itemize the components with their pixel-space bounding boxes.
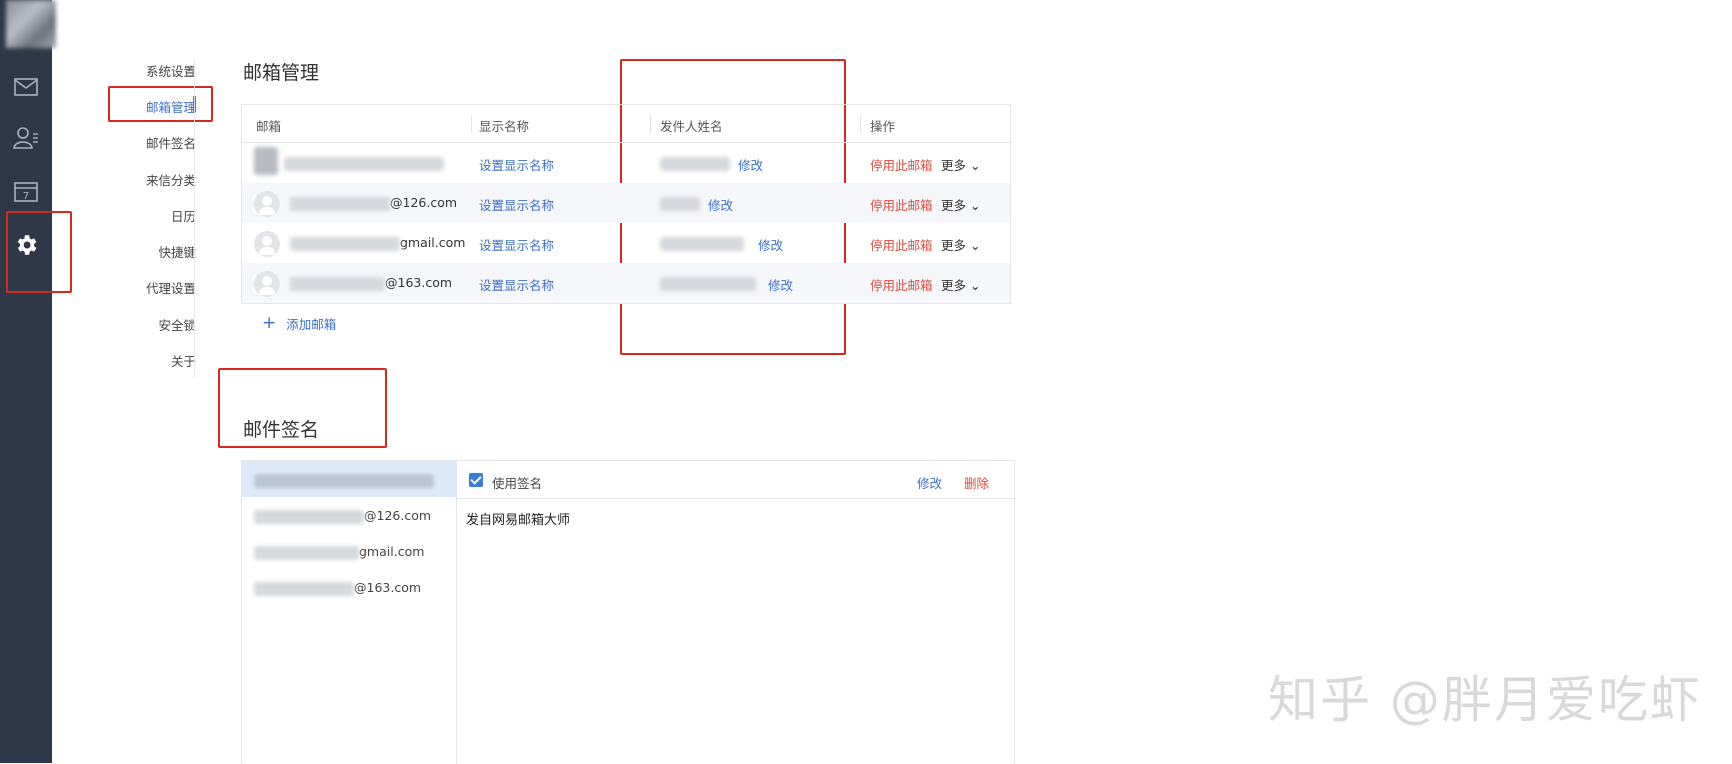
default-avatar-icon — [254, 191, 280, 217]
delete-signature-button[interactable]: 删除 — [964, 473, 989, 492]
column-header-sender-name: 发件人姓名 — [660, 119, 723, 134]
edit-sender-link[interactable]: 修改 — [708, 195, 733, 214]
signature-section-title: 邮件签名 — [243, 419, 320, 441]
menu-divider — [194, 60, 195, 378]
chevron-down-icon: ⌄ — [970, 238, 981, 253]
signature-account-item[interactable]: gmail.com — [242, 533, 456, 569]
table-row: 设置显示名称 修改 停用此邮箱 更多 ⌄ — [242, 143, 1010, 183]
annotation-box-settings — [6, 211, 72, 293]
default-avatar-icon — [254, 231, 280, 257]
mailbox-section-title: 邮箱管理 — [243, 62, 320, 84]
sender-name — [660, 155, 730, 171]
sender-name — [660, 235, 744, 251]
email-address: @163.com — [290, 275, 452, 291]
set-display-name-link[interactable]: 设置显示名称 — [479, 155, 554, 174]
zhihu-watermark: 知乎 @胖月爱吃虾 — [1268, 671, 1702, 729]
disable-mailbox-link[interactable]: 停用此邮箱 — [870, 155, 933, 174]
menu-item-classification[interactable]: 来信分类 — [146, 170, 196, 189]
table-row: @126.com 设置显示名称 修改 停用此邮箱 更多 ⌄ — [242, 183, 1010, 223]
sender-name — [660, 275, 756, 291]
signature-toolbar: 使用签名 修改 删除 — [457, 461, 1014, 499]
menu-item-signature[interactable]: 邮件签名 — [146, 133, 196, 152]
mailbox-table: 邮箱 显示名称 发件人姓名 操作 设置显示名称 修改 停用此邮箱 更多 ⌄ @1… — [241, 104, 1011, 304]
column-header-email: 邮箱 — [256, 119, 282, 134]
contacts-icon[interactable] — [13, 125, 39, 151]
signature-account-list: @126.com gmail.com @163.com — [242, 461, 457, 764]
signature-account-item[interactable] — [242, 461, 456, 497]
email-address: @126.com — [290, 195, 457, 211]
disable-mailbox-link[interactable]: 停用此邮箱 — [870, 195, 933, 214]
more-dropdown[interactable]: 更多 ⌄ — [941, 195, 980, 214]
more-dropdown[interactable]: 更多 ⌄ — [941, 275, 980, 294]
menu-item-mailbox[interactable]: 邮箱管理 — [146, 97, 196, 116]
column-header-actions: 操作 — [870, 119, 896, 134]
chevron-down-icon: ⌄ — [970, 278, 981, 293]
more-dropdown[interactable]: 更多 ⌄ — [941, 155, 980, 174]
more-dropdown[interactable]: 更多 ⌄ — [941, 235, 980, 254]
signature-account-item[interactable]: @163.com — [242, 569, 456, 605]
set-display-name-link[interactable]: 设置显示名称 — [479, 275, 554, 294]
sender-name — [660, 195, 700, 211]
menu-item-shortcuts[interactable]: 快捷键 — [158, 242, 196, 261]
default-avatar-icon — [254, 271, 280, 297]
user-avatar[interactable] — [6, 0, 56, 48]
chevron-down-icon: ⌄ — [970, 198, 981, 213]
column-header-display-name: 显示名称 — [479, 119, 530, 134]
set-display-name-link[interactable]: 设置显示名称 — [479, 195, 554, 214]
disable-mailbox-link[interactable]: 停用此邮箱 — [870, 235, 933, 254]
use-signature-checkbox[interactable] — [469, 473, 483, 487]
add-mailbox-button[interactable]: + 添加邮箱 — [262, 313, 336, 333]
add-mailbox-label: 添加邮箱 — [286, 316, 337, 332]
signature-preview-text: 发自网易邮箱大师 — [466, 513, 571, 528]
edit-signature-button[interactable]: 修改 — [917, 473, 942, 492]
use-signature-label: 使用签名 — [492, 476, 543, 491]
menu-item-security-lock[interactable]: 安全锁 — [158, 315, 196, 334]
calendar-icon[interactable]: 7 — [13, 178, 39, 204]
edit-sender-link[interactable]: 修改 — [738, 155, 763, 174]
menu-item-proxy[interactable]: 代理设置 — [146, 278, 196, 297]
table-row: @163.com 设置显示名称 修改 停用此邮箱 更多 ⌄ — [242, 263, 1010, 303]
menu-item-about[interactable]: 关于 — [171, 351, 196, 370]
email-address — [284, 155, 444, 171]
plus-icon: + — [262, 313, 277, 333]
mail-icon[interactable] — [13, 74, 39, 100]
edit-sender-link[interactable]: 修改 — [768, 275, 793, 294]
account-avatar-blurred — [254, 147, 278, 175]
menu-item-calendar[interactable]: 日历 — [171, 206, 196, 225]
svg-text:7: 7 — [23, 191, 29, 202]
signature-panel: @126.com gmail.com @163.com 使用签名 修改 删除 发… — [241, 460, 1015, 764]
edit-sender-link[interactable]: 修改 — [758, 235, 783, 254]
app-rail: 7 — [0, 0, 56, 763]
chevron-down-icon: ⌄ — [970, 158, 981, 173]
table-header: 邮箱 显示名称 发件人姓名 操作 — [242, 105, 1010, 143]
email-address: gmail.com — [290, 235, 465, 251]
signature-account-item[interactable]: @126.com — [242, 497, 456, 533]
disable-mailbox-link[interactable]: 停用此邮箱 — [870, 275, 933, 294]
table-row: gmail.com 设置显示名称 修改 停用此邮箱 更多 ⌄ — [242, 223, 1010, 263]
menu-item-system[interactable]: 系统设置 — [146, 61, 196, 80]
set-display-name-link[interactable]: 设置显示名称 — [479, 235, 554, 254]
